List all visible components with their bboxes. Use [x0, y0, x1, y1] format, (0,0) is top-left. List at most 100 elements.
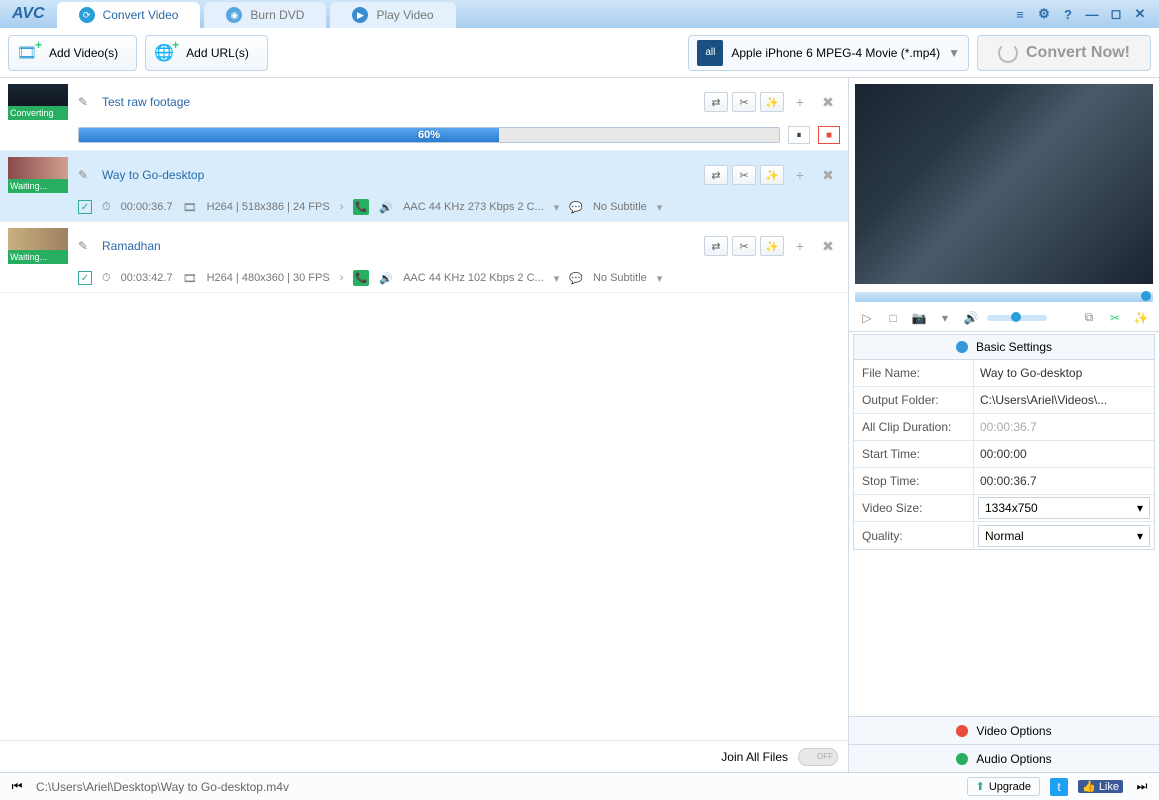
wand-icon[interactable]: ✨ — [1131, 308, 1151, 328]
setting-label: Video Size: — [854, 495, 974, 521]
pencil-icon[interactable]: ✎ — [78, 239, 92, 253]
stop-time-field[interactable]: 00:00:36.7 — [974, 474, 1154, 488]
progress-label: 60% — [79, 128, 779, 142]
video-options-header[interactable]: Video Options — [849, 716, 1159, 744]
audio-options-header[interactable]: Audio Options — [849, 744, 1159, 772]
start-time-field[interactable]: 00:00:00 — [974, 447, 1154, 461]
video-preview[interactable] — [855, 84, 1153, 284]
tab-burn-dvd[interactable]: ◉ Burn DVD — [204, 2, 326, 28]
setting-label: All Clip Duration: — [854, 414, 974, 440]
seek-bar[interactable] — [855, 292, 1153, 302]
maximize-button[interactable]: ◻ — [1107, 5, 1125, 23]
pencil-icon[interactable]: ✎ — [78, 168, 92, 182]
audio-spec: AAC 44 KHz 273 Kbps 2 C... — [403, 201, 544, 213]
thumbnail: Converting — [8, 84, 68, 120]
button-label: Add URL(s) — [186, 46, 249, 60]
output-profile-selector[interactable]: all Apple iPhone 6 MPEG-4 Movie (*.mp4) … — [688, 35, 969, 71]
scissors-icon[interactable]: ✂ — [732, 92, 756, 112]
tabs: ⟳ Convert Video ◉ Burn DVD ▶ Play Video — [57, 0, 1011, 28]
item-name: Ramadhan — [102, 239, 694, 253]
join-toggle[interactable]: OFF — [798, 748, 838, 766]
wand-icon[interactable]: ✨ — [760, 92, 784, 112]
swap-icon[interactable]: ⇄ — [704, 236, 728, 256]
video-item[interactable]: Waiting... ✎ Way to Go-desktop ⇄ ✂ ✨ + ✖… — [0, 151, 848, 222]
upgrade-button[interactable]: ⬆ Upgrade — [967, 777, 1040, 796]
scissors-icon[interactable]: ✂ — [732, 165, 756, 185]
clock-icon: ⏱ — [102, 272, 111, 285]
settings-dot-icon — [956, 341, 968, 353]
wand-icon[interactable]: ✨ — [760, 165, 784, 185]
stop-button[interactable]: ■ — [818, 126, 840, 144]
remove-icon[interactable]: ✖ — [816, 92, 840, 112]
statusbar: ⏮ C:\Users\Ariel\Desktop\Way to Go-deskt… — [0, 772, 1159, 800]
help-icon[interactable]: ? — [1059, 5, 1077, 23]
chat-icon: 💬 — [569, 272, 583, 285]
video-spec: H264 | 480x360 | 30 FPS — [207, 272, 330, 284]
swap-icon[interactable]: ⇄ — [704, 92, 728, 112]
wand-icon[interactable]: ✨ — [760, 236, 784, 256]
output-folder-field[interactable]: C:\Users\Ariel\Videos\... — [974, 393, 1154, 407]
duration: 00:00:36.7 — [121, 201, 173, 213]
play-button[interactable]: ▷ — [857, 308, 877, 328]
video-item[interactable]: Converting ✎ Test raw footage ⇄ ✂ ✨ + ✖ … — [0, 78, 848, 151]
tab-convert-video[interactable]: ⟳ Convert Video — [57, 2, 201, 28]
setting-label: File Name: — [854, 360, 974, 386]
remove-icon[interactable]: ✖ — [816, 236, 840, 256]
crop-icon[interactable]: ⧉ — [1079, 308, 1099, 328]
pause-button[interactable]: ⏸ — [788, 126, 810, 144]
cut-icon[interactable]: ✂ — [1105, 308, 1125, 328]
current-file-path: C:\Users\Ariel\Desktop\Way to Go-desktop… — [36, 780, 289, 794]
chevron-down-icon[interactable]: ▾ — [657, 201, 663, 214]
join-label: Join All Files — [721, 750, 788, 764]
status-badge: Converting — [8, 106, 68, 120]
chevron-down-icon[interactable]: ▾ — [554, 201, 560, 214]
duration: 00:03:42.7 — [121, 272, 173, 284]
volume-slider[interactable] — [987, 315, 1047, 321]
prev-file-button[interactable]: ⏮ — [8, 778, 26, 796]
checkbox[interactable]: ✓ — [78, 200, 92, 214]
phone-icon: 📞 — [353, 270, 369, 286]
volume-icon[interactable]: 🔊 — [961, 308, 981, 328]
chevron-down-icon[interactable]: ▾ — [554, 272, 560, 285]
add-icon[interactable]: + — [788, 165, 812, 185]
convert-now-button[interactable]: Convert Now! — [977, 35, 1151, 71]
facebook-like-button[interactable]: 👍 Like — [1078, 780, 1123, 793]
tab-play-video[interactable]: ▶ Play Video — [330, 2, 455, 28]
add-icon[interactable]: + — [788, 92, 812, 112]
video-item[interactable]: Waiting... ✎ Ramadhan ⇄ ✂ ✨ + ✖ ✓ ⏱ 00:0… — [0, 222, 848, 293]
stop-button[interactable]: □ — [883, 308, 903, 328]
chevron-right-icon[interactable]: › — [340, 272, 344, 284]
remove-icon[interactable]: ✖ — [816, 165, 840, 185]
next-file-button[interactable]: ⏭ — [1133, 778, 1151, 796]
subtitle: No Subtitle — [593, 201, 647, 213]
video-spec: H264 | 518x386 | 24 FPS — [207, 201, 330, 213]
gear-icon[interactable]: ⚙ — [1035, 5, 1053, 23]
quality-select[interactable]: Normal▾ — [978, 525, 1150, 547]
add-urls-button[interactable]: 🌐+ Add URL(s) — [145, 35, 268, 71]
minimize-button[interactable]: — — [1083, 5, 1101, 23]
chevron-right-icon[interactable]: › — [340, 201, 344, 213]
item-name: Way to Go-desktop — [102, 168, 694, 182]
toggle-state: OFF — [817, 752, 833, 761]
conversion-progress-bar: 60% — [78, 127, 780, 143]
chevron-down-icon: ▼ — [948, 46, 960, 60]
pencil-icon[interactable]: ✎ — [78, 95, 92, 109]
scissors-icon[interactable]: ✂ — [732, 236, 756, 256]
close-button[interactable]: ✕ — [1131, 5, 1149, 23]
file-name-field[interactable]: Way to Go-desktop — [974, 366, 1154, 380]
item-name: Test raw footage — [102, 95, 694, 109]
profile-icon: all — [697, 40, 723, 66]
checkbox[interactable]: ✓ — [78, 271, 92, 285]
basic-settings-header[interactable]: Basic Settings — [853, 334, 1155, 360]
add-videos-button[interactable]: 🎞+ Add Video(s) — [8, 35, 137, 71]
chevron-down-icon[interactable]: ▾ — [657, 272, 663, 285]
video-size-select[interactable]: 1334x750▾ — [978, 497, 1150, 519]
menu-icon[interactable]: ≡ — [1011, 5, 1029, 23]
chevron-down-icon[interactable]: ▾ — [935, 308, 955, 328]
twitter-icon[interactable]: t — [1050, 778, 1068, 796]
video-dot-icon — [956, 725, 968, 737]
add-icon[interactable]: + — [788, 236, 812, 256]
snapshot-icon[interactable]: 📷 — [909, 308, 929, 328]
swap-icon[interactable]: ⇄ — [704, 165, 728, 185]
thumbnail: Waiting... — [8, 157, 68, 193]
